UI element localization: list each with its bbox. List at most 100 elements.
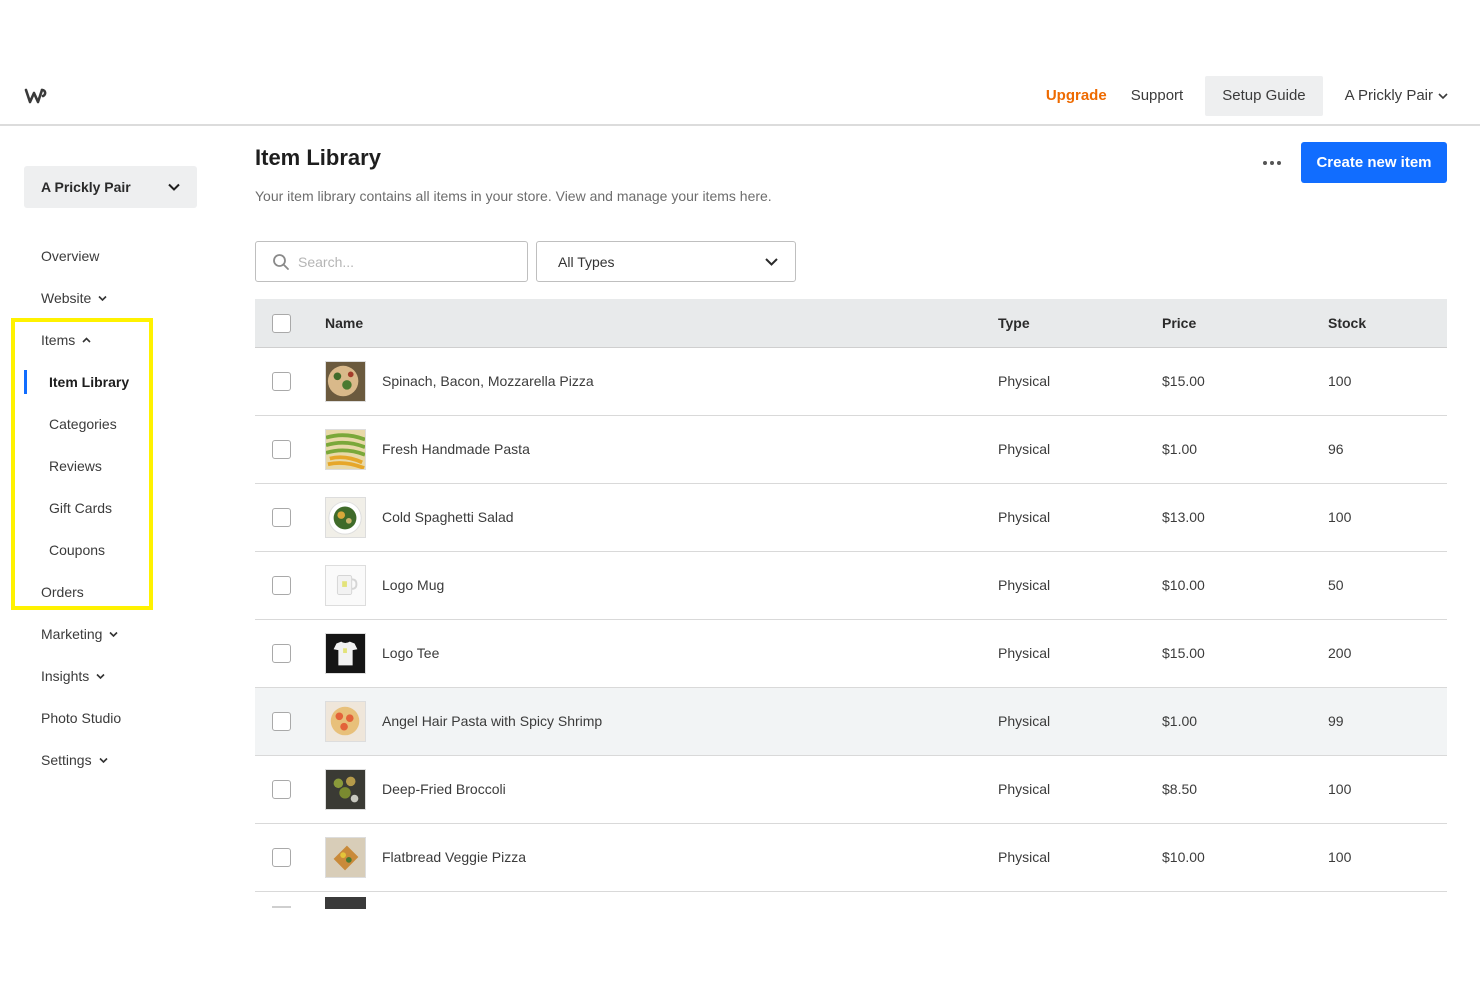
search-icon <box>273 253 289 270</box>
sidebar-item-reviews[interactable]: Reviews <box>0 445 220 487</box>
select-all-checkbox[interactable] <box>272 314 291 333</box>
item-type: Physical <box>998 509 1051 525</box>
item-price: $10.00 <box>1162 849 1205 865</box>
sidebar-item-settings[interactable]: Settings <box>0 739 220 781</box>
item-stock: 99 <box>1328 713 1344 729</box>
type-filter-value: All Types <box>558 253 615 270</box>
more-options-icon[interactable] <box>1257 150 1287 176</box>
item-price: $15.00 <box>1162 373 1205 389</box>
search-input[interactable] <box>298 253 498 270</box>
top-bar: Upgrade Support Setup Guide A Prickly Pa… <box>0 68 1480 126</box>
item-name[interactable]: Cold Spaghetti Salad <box>382 509 514 525</box>
sidebar-item-overview[interactable]: Overview <box>0 235 220 277</box>
item-type: Physical <box>998 713 1051 729</box>
sidebar-item-label: Categories <box>49 416 117 432</box>
item-thumbnail <box>325 497 366 538</box>
support-link[interactable]: Support <box>1119 76 1196 116</box>
item-price: $1.00 <box>1162 441 1198 457</box>
item-name[interactable]: Spinach, Bacon, Mozzarella Pizza <box>382 373 594 389</box>
table-row[interactable]: Flatbread Veggie Pizza Physical $10.00 1… <box>255 824 1447 892</box>
row-checkbox[interactable] <box>272 644 291 663</box>
sidebar-item-website[interactable]: Website <box>0 277 220 319</box>
item-thumbnail <box>325 837 366 878</box>
account-menu[interactable]: A Prickly Pair <box>1333 76 1448 116</box>
table-row[interactable]: Logo Mug Physical $10.00 50 <box>255 552 1447 620</box>
sidebar-item-gift-cards[interactable]: Gift Cards <box>0 487 220 529</box>
create-new-item-button[interactable]: Create new item <box>1301 142 1447 183</box>
sidebar-item-label: Reviews <box>49 458 102 474</box>
row-checkbox[interactable] <box>272 906 291 908</box>
sidebar-item-categories[interactable]: Categories <box>0 403 220 445</box>
chevron-down-icon <box>168 183 180 191</box>
site-selector[interactable]: A Prickly Pair <box>24 166 197 208</box>
sidebar-item-label: Orders <box>41 584 84 600</box>
row-checkbox[interactable] <box>272 712 291 731</box>
sidebar-item-label: Marketing <box>41 626 103 642</box>
page-title: Item Library <box>255 145 381 170</box>
item-stock: 100 <box>1328 509 1352 525</box>
item-name[interactable]: Logo Tee <box>382 645 439 661</box>
item-name[interactable]: Logo Mug <box>382 577 444 593</box>
account-name: A Prickly Pair <box>1344 87 1433 104</box>
column-header-name[interactable]: Name <box>325 315 363 331</box>
item-price: $10.00 <box>1162 577 1205 593</box>
sidebar-item-label: Website <box>41 290 92 306</box>
row-checkbox[interactable] <box>272 780 291 799</box>
item-stock: 100 <box>1328 849 1352 865</box>
item-price: $15.00 <box>1162 645 1205 661</box>
item-price: $8.50 <box>1162 781 1198 797</box>
row-checkbox[interactable] <box>272 576 291 595</box>
column-header-type[interactable]: Type <box>998 315 1030 331</box>
item-stock: 100 <box>1328 781 1352 797</box>
sidebar-item-marketing[interactable]: Marketing <box>0 613 220 655</box>
sidebar-item-label: Item Library <box>49 374 130 390</box>
weebly-logo-icon[interactable] <box>24 87 48 105</box>
item-type: Physical <box>998 373 1051 389</box>
row-checkbox[interactable] <box>272 508 291 527</box>
chevron-down-icon <box>98 295 107 301</box>
table-header: Name Type Price Stock <box>255 299 1447 348</box>
item-type: Physical <box>998 577 1051 593</box>
sidebar-item-label: Photo Studio <box>41 710 122 726</box>
table-row[interactable]: Deep-Fried Broccoli Physical $8.50 100 <box>255 756 1447 824</box>
item-name[interactable]: Angel Hair Pasta with Spicy Shrimp <box>382 713 602 729</box>
table-row[interactable]: Angel Hair Pasta with Spicy Shrimp Physi… <box>255 688 1447 756</box>
site-name: A Prickly Pair <box>41 179 131 195</box>
item-stock: 96 <box>1328 441 1344 457</box>
sidebar-item-label: Settings <box>41 752 92 768</box>
sidebar-item-orders[interactable]: Orders <box>0 571 220 613</box>
item-thumbnail <box>325 361 366 402</box>
column-header-stock[interactable]: Stock <box>1328 315 1366 331</box>
upgrade-link[interactable]: Upgrade <box>1034 76 1119 116</box>
sidebar-item-photo-studio[interactable]: Photo Studio <box>0 697 220 739</box>
chevron-down-icon <box>765 258 778 266</box>
table-row[interactable]: Logo Tee Physical $15.00 200 <box>255 620 1447 688</box>
top-links: Upgrade Support Setup Guide A Prickly Pa… <box>1034 76 1448 116</box>
sidebar-item-coupons[interactable]: Coupons <box>0 529 220 571</box>
item-price: $1.00 <box>1162 713 1198 729</box>
item-name[interactable]: Fresh Handmade Pasta <box>382 441 530 457</box>
item-stock: 50 <box>1328 577 1344 593</box>
item-thumbnail <box>325 565 366 606</box>
sidebar-item-insights[interactable]: Insights <box>0 655 220 697</box>
item-name[interactable]: Flatbread Veggie Pizza <box>382 849 526 865</box>
row-checkbox[interactable] <box>272 848 291 867</box>
item-name[interactable]: Deep-Fried Broccoli <box>382 781 506 797</box>
search-field[interactable] <box>255 241 528 282</box>
sidebar-item-item-library[interactable]: Item Library <box>0 361 220 403</box>
table-row-partial <box>255 892 1447 917</box>
row-checkbox[interactable] <box>272 372 291 391</box>
row-checkbox[interactable] <box>272 440 291 459</box>
type-filter-select[interactable]: All Types <box>536 241 796 282</box>
item-price: $13.00 <box>1162 509 1205 525</box>
sidebar-item-items[interactable]: Items <box>0 319 220 361</box>
column-header-price[interactable]: Price <box>1162 315 1196 331</box>
chevron-down-icon <box>1438 93 1448 100</box>
item-type: Physical <box>998 781 1051 797</box>
table-row[interactable]: Fresh Handmade Pasta Physical $1.00 96 <box>255 416 1447 484</box>
chevron-down-icon <box>96 673 105 679</box>
item-stock: 200 <box>1328 645 1352 661</box>
table-row[interactable]: Spinach, Bacon, Mozzarella Pizza Physica… <box>255 348 1447 416</box>
table-row[interactable]: Cold Spaghetti Salad Physical $13.00 100 <box>255 484 1447 552</box>
setup-guide-button[interactable]: Setup Guide <box>1205 76 1323 116</box>
